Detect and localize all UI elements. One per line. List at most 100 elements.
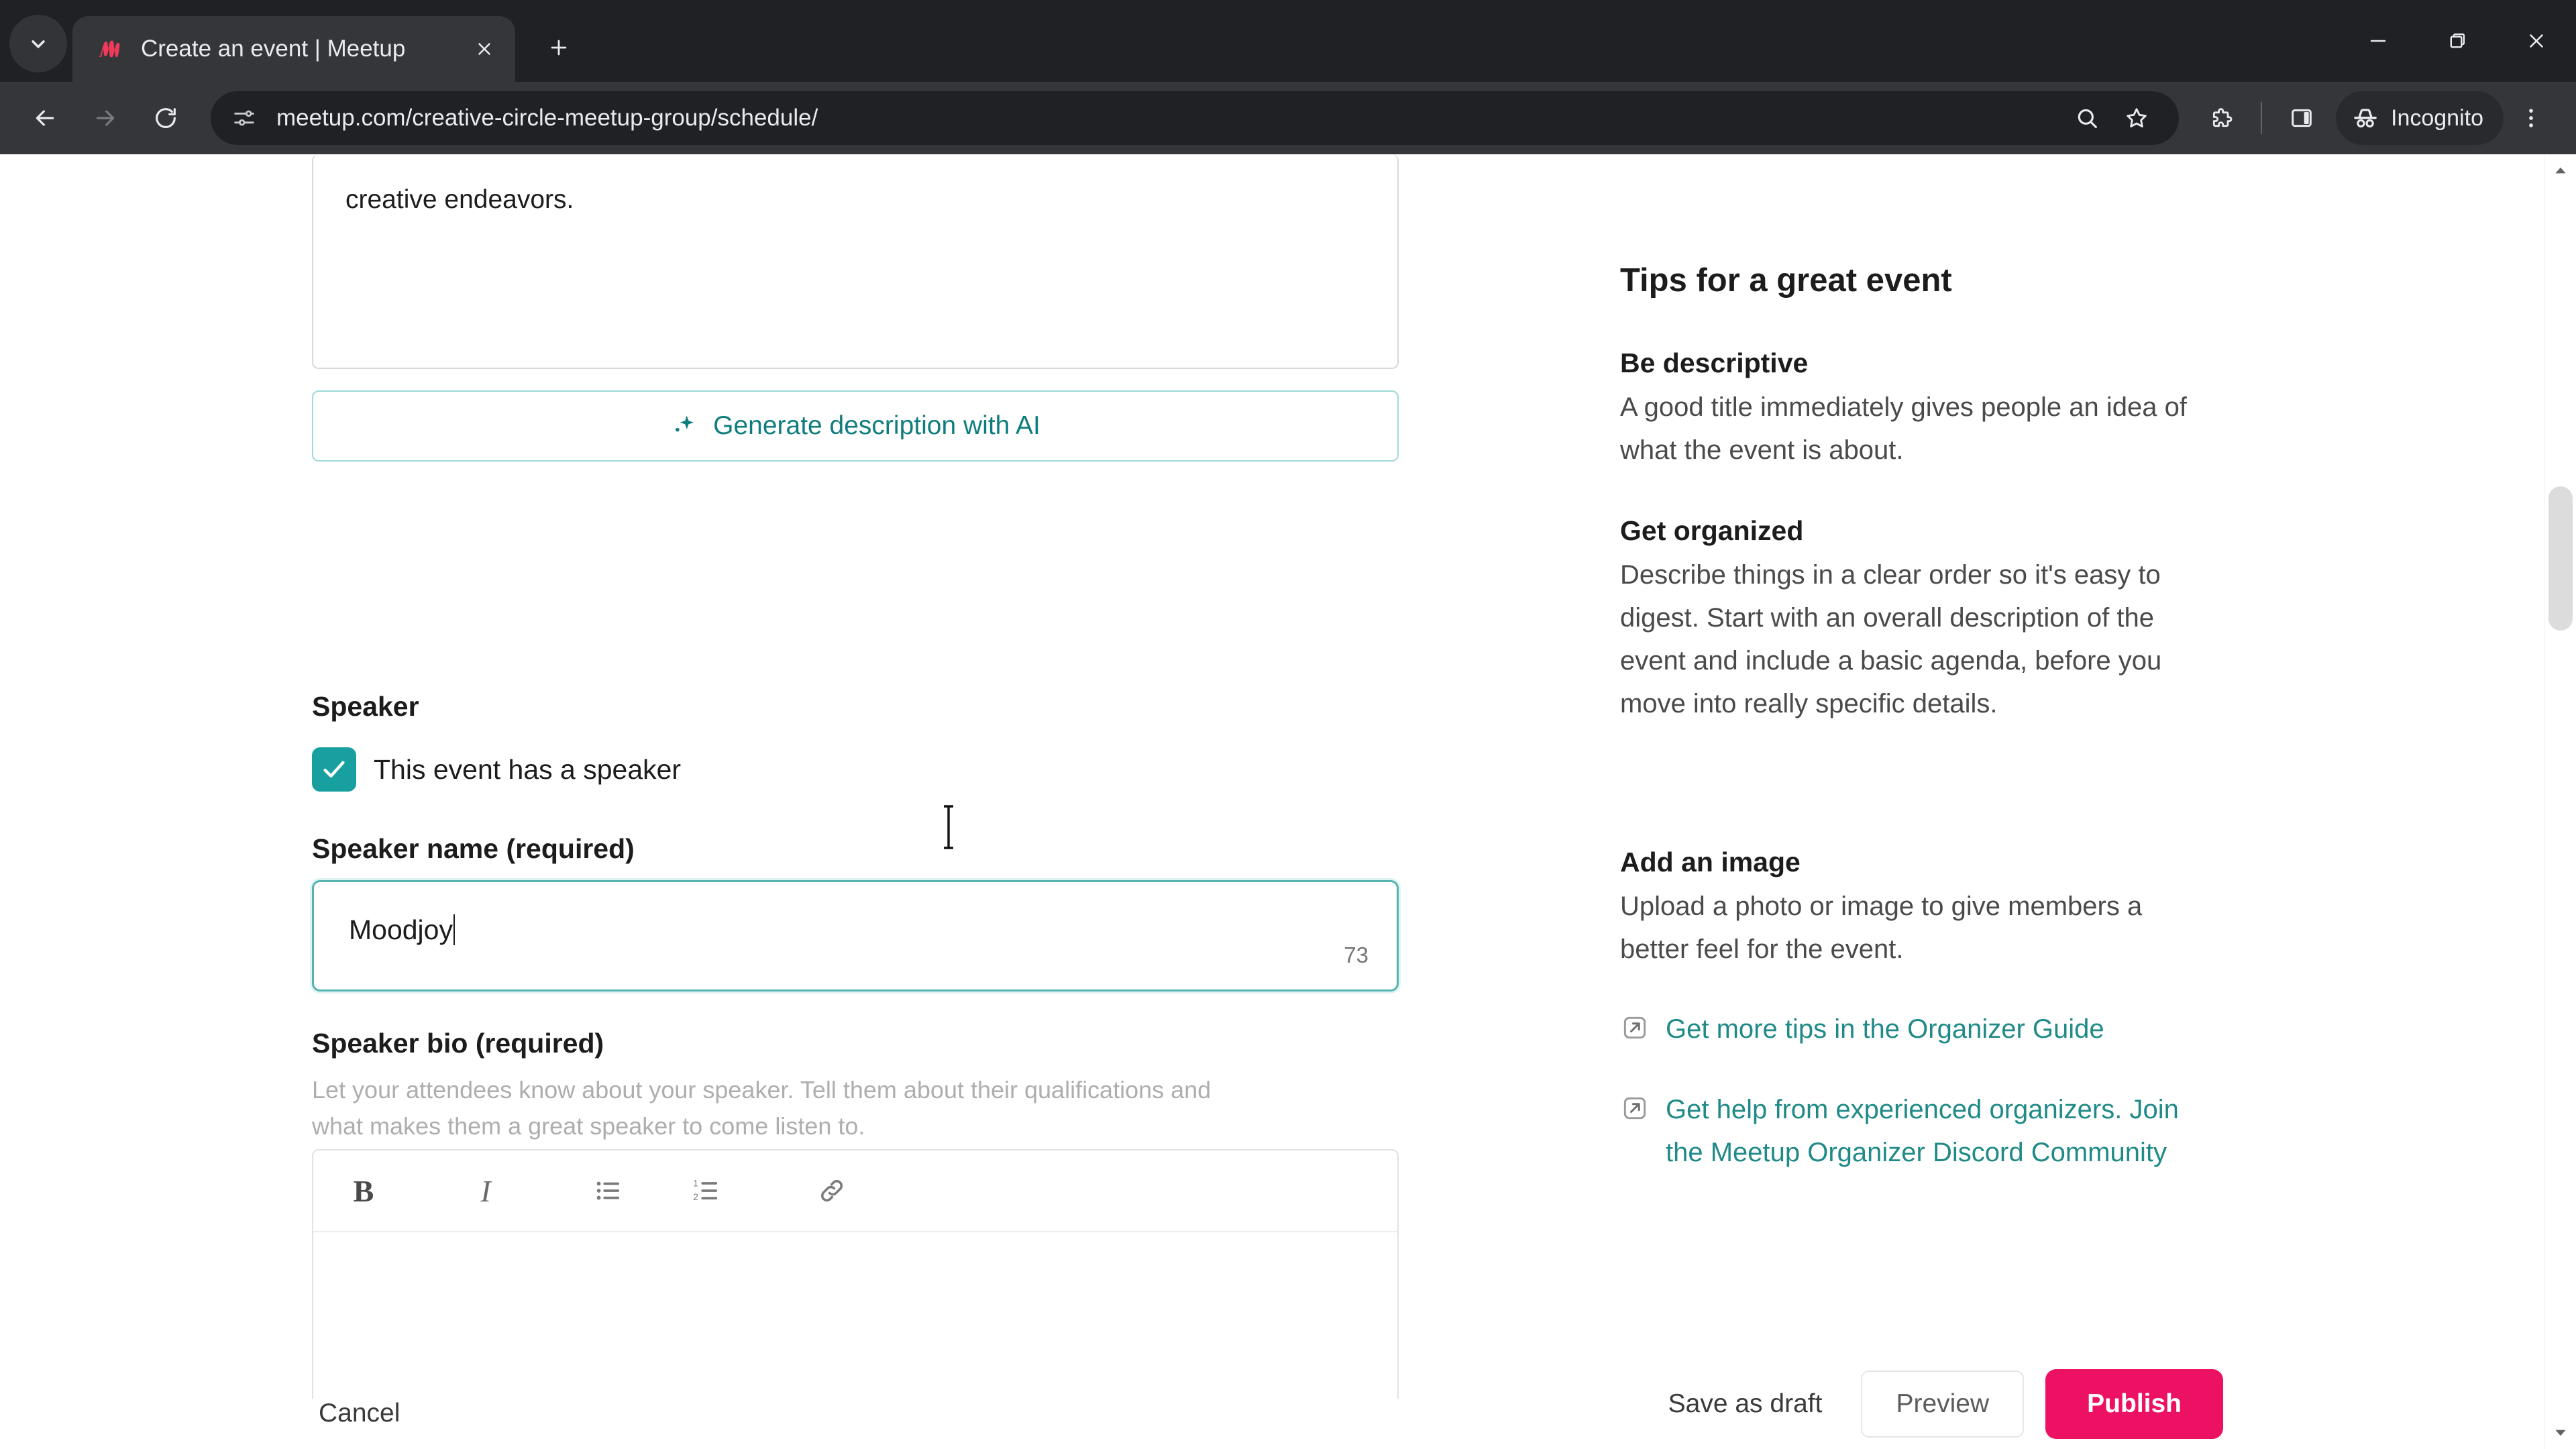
three-dot-menu-icon [2529, 109, 2533, 127]
page-content: creative endeavors. Generate description… [0, 154, 2544, 1438]
external-link-icon [1623, 1097, 1646, 1120]
meetup-logo-icon [97, 34, 126, 64]
incognito-indicator[interactable]: Incognito [2336, 91, 2504, 145]
generate-ai-label: Generate description with AI [713, 411, 1040, 440]
close-icon [478, 43, 490, 55]
has-speaker-label: This event has a speaker [374, 753, 682, 785]
description-textarea[interactable]: creative endeavors. [312, 154, 1399, 369]
incognito-label: Incognito [2391, 105, 2483, 131]
organizer-guide-link[interactable]: Get more tips in the Organizer Guide [1620, 1008, 2210, 1051]
italic-button[interactable]: I [460, 1165, 512, 1217]
extensions-puzzle-icon [2212, 108, 2233, 127]
publish-button[interactable]: Publish [2045, 1369, 2223, 1439]
speaker-name-char-count: 73 [1344, 943, 1368, 967]
svg-text:1: 1 [693, 1178, 698, 1188]
save-as-draft-button[interactable]: Save as draft [1642, 1369, 1849, 1439]
sparkle-icon [676, 415, 694, 432]
bold-button[interactable]: B [337, 1165, 390, 1217]
url-text: meetup.com/creative-circle-meetup-group/… [276, 105, 818, 131]
external-link-icon [1623, 1016, 1646, 1039]
form-action-bar: Cancel Save as draft Preview Publish [0, 1369, 2544, 1449]
description-text: creative endeavors. [345, 185, 574, 214]
numbered-list-icon: 1 2 [693, 1178, 718, 1202]
close-icon [2530, 34, 2543, 48]
speaker-bio-help-line-1: Let your attendees know about your speak… [312, 1076, 1212, 1104]
toolbar-divider [2261, 102, 2262, 134]
discord-community-link-label: Get help from experienced organizers. Jo… [1666, 1095, 2179, 1167]
tab-search-button[interactable] [9, 15, 67, 72]
tip-heading: Get organized [1620, 515, 1804, 546]
text-caret [453, 914, 455, 945]
omnibox-actions [2062, 93, 2161, 143]
has-speaker-checkbox[interactable] [312, 747, 356, 792]
tab-strip: Create an event | Meetup [0, 0, 2576, 82]
primary-actions: Save as draft Preview Publish [1642, 1369, 2223, 1439]
has-speaker-checkbox-row[interactable]: This event has a speaker [312, 747, 681, 792]
link-icon [821, 1180, 843, 1201]
mouse-ibeam-cursor [944, 805, 953, 849]
speaker-bio-help: Let your attendees know about your speak… [312, 1072, 1372, 1144]
tip-item: Be descriptive A good title immediately … [1620, 347, 2194, 472]
speaker-section-heading: Speaker [312, 691, 419, 722]
page-settings-icon[interactable] [229, 103, 259, 133]
scrollbar-thumb[interactable] [2548, 486, 2573, 631]
browser-toolbar: meetup.com/creative-circle-meetup-group/… [0, 82, 2576, 154]
tab-close-button[interactable] [466, 30, 503, 68]
star-icon[interactable] [2112, 93, 2161, 143]
forward-button[interactable] [78, 91, 133, 146]
reload-icon [156, 108, 176, 128]
organizer-guide-link-label: Get more tips in the Organizer Guide [1666, 1014, 2104, 1044]
speaker-bio-label: Speaker bio (required) [312, 1028, 604, 1059]
generate-description-with-ai-button[interactable]: Generate description with AI [312, 390, 1399, 462]
discord-community-link[interactable]: Get help from experienced organizers. Jo… [1620, 1088, 2210, 1174]
plus-icon [551, 40, 567, 56]
numbered-list-button[interactable]: 1 2 [680, 1165, 732, 1217]
window-controls [2339, 0, 2576, 82]
preview-button[interactable]: Preview [1861, 1371, 2025, 1438]
browser-tab[interactable]: Create an event | Meetup [72, 16, 515, 82]
speaker-name-label: Speaker name (required) [312, 833, 635, 864]
minimize-icon [2370, 40, 2386, 42]
tip-body: A good title immediately gives people an… [1620, 392, 2187, 465]
speaker-bio-help-line-2: what makes them a great speaker to come … [312, 1112, 865, 1140]
side-panel-icon [2292, 109, 2312, 127]
checkmark-icon [323, 761, 345, 777]
page-scrollbar[interactable] [2544, 154, 2576, 1449]
chevron-up-icon [2555, 167, 2566, 174]
back-button[interactable] [17, 91, 72, 146]
link-button[interactable] [806, 1165, 858, 1217]
scroll-up-button[interactable] [2544, 154, 2576, 186]
incognito-hat-icon [2354, 109, 2377, 128]
tab-title: Create an event | Meetup [141, 36, 406, 62]
maximize-button[interactable] [2418, 0, 2497, 82]
tip-item: Get organized Describe things in a clear… [1620, 515, 2194, 725]
window-close-button[interactable] [2497, 0, 2576, 82]
svg-text:2: 2 [693, 1192, 698, 1202]
tip-body: Describe things in a clear order so it's… [1620, 560, 2162, 718]
address-bar[interactable]: meetup.com/creative-circle-meetup-group/… [211, 91, 2179, 145]
side-panel-button[interactable] [2274, 91, 2329, 146]
minimize-button[interactable] [2339, 0, 2418, 82]
chevron-down-icon [32, 40, 45, 48]
speaker-bio-editor[interactable]: B I 1 2 [312, 1149, 1399, 1438]
scroll-down-button[interactable] [2544, 1417, 2576, 1449]
arrow-left-icon [36, 110, 54, 126]
tip-heading: Be descriptive [1620, 347, 1809, 378]
extensions-button[interactable] [2194, 91, 2249, 146]
tip-heading: Add an image [1620, 847, 1801, 877]
chevron-down-icon [2555, 1430, 2566, 1436]
italic-glyph: I [480, 1173, 491, 1208]
reload-button[interactable] [138, 91, 193, 146]
cancel-button[interactable]: Cancel [319, 1399, 400, 1428]
create-event-page: creative endeavors. Generate description… [0, 154, 2544, 1449]
bulleted-list-button[interactable] [582, 1165, 634, 1217]
arrow-right-icon [96, 110, 115, 126]
browser-menu-button[interactable] [2504, 91, 2559, 146]
page-viewport: creative endeavors. Generate description… [0, 154, 2576, 1449]
restore-icon [2450, 33, 2465, 48]
new-tab-button[interactable] [535, 24, 582, 71]
tip-body: Upload a photo or image to give members … [1620, 892, 2143, 964]
speaker-name-input[interactable]: Moodjoy 73 [312, 880, 1399, 991]
search-icon[interactable] [2062, 93, 2112, 143]
tip-item: Add an image Upload a photo or image to … [1620, 847, 2194, 971]
